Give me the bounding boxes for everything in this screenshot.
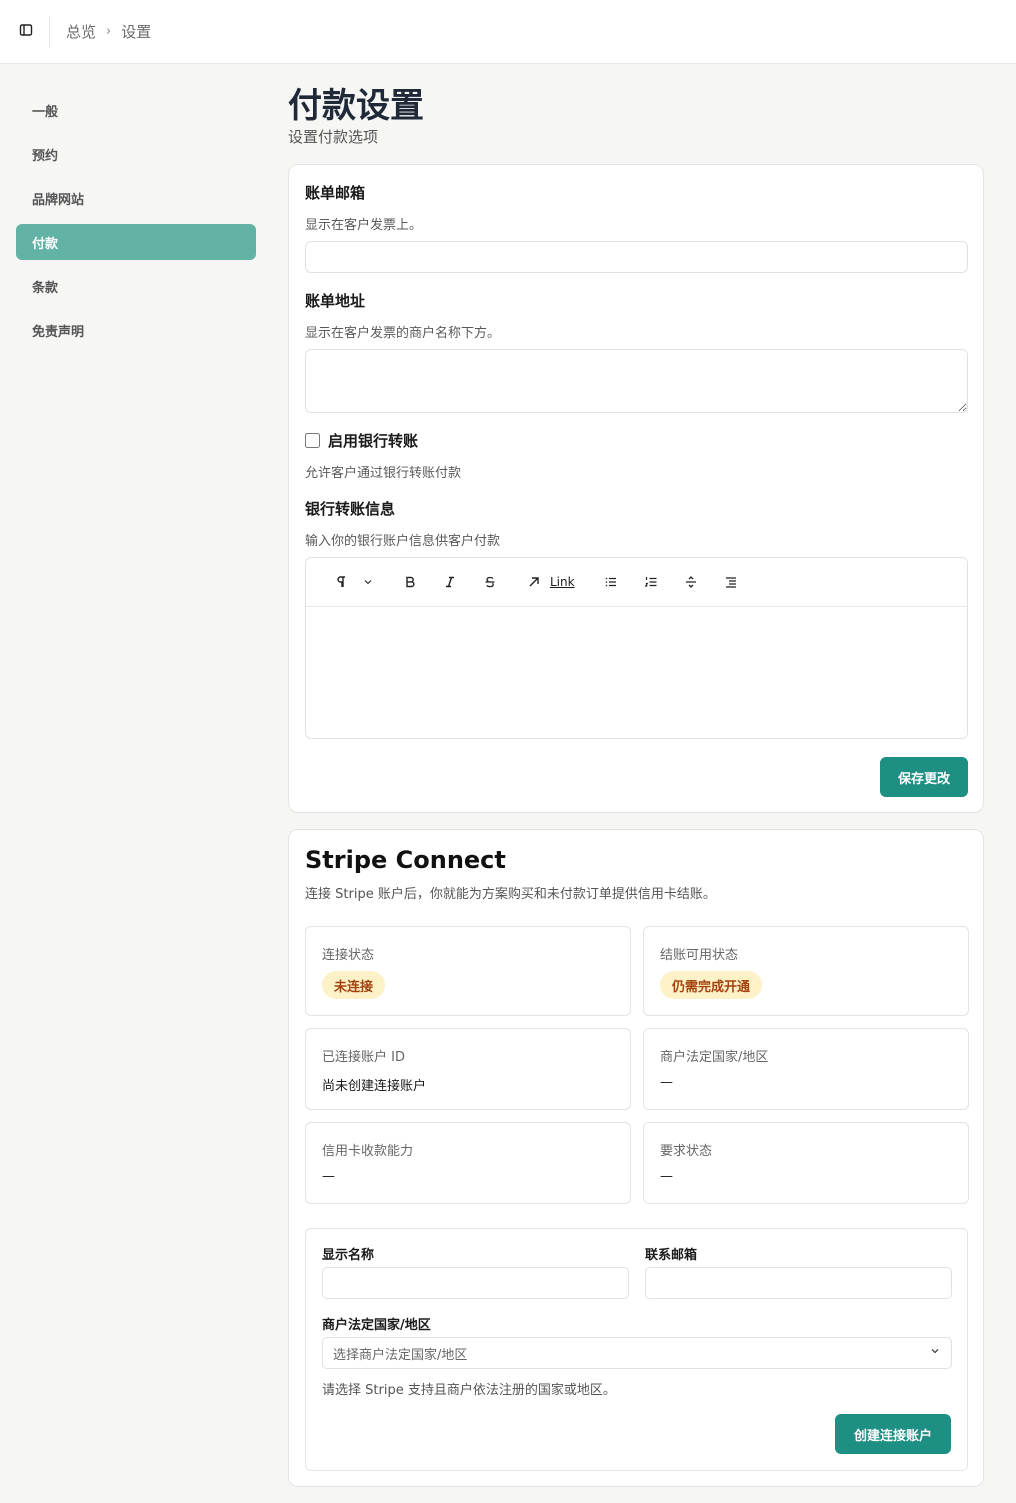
card-capability-value: —	[322, 1169, 335, 1184]
bold-icon[interactable]	[398, 570, 422, 594]
connection-status-label: 连接状态	[322, 948, 375, 963]
editor-toolbar: Link	[306, 558, 967, 607]
billing-address-title: 账单地址	[305, 292, 366, 310]
requirements-box: 要求状态 —	[643, 1122, 969, 1204]
contact-email-input[interactable]	[645, 1267, 952, 1299]
bullet-list-icon[interactable]	[599, 570, 623, 594]
card-capability-label: 信用卡收款能力	[322, 1144, 414, 1159]
page-subtitle: 设置付款选项	[288, 128, 379, 146]
stripe-connect-card: Stripe Connect 连接 Stripe 账户后，你就能为方案购买和未付…	[288, 829, 984, 1487]
card-capability-box: 信用卡收款能力 —	[305, 1122, 631, 1204]
sidebar-item-booking[interactable]: 预约	[16, 136, 256, 172]
bank-info-title: 银行转账信息	[305, 500, 396, 518]
chevron-right-icon: ›	[106, 24, 112, 39]
save-changes-button[interactable]: 保存更改	[880, 757, 968, 797]
billing-address-desc: 显示在客户发票的商户名称下方。	[305, 326, 501, 341]
page-title: 付款设置	[288, 86, 424, 126]
billing-email-title: 账单邮箱	[305, 184, 366, 202]
breadcrumb-settings: 设置	[121, 23, 152, 41]
display-name-label: 显示名称	[322, 1248, 375, 1263]
requirements-value: —	[660, 1169, 673, 1184]
chevron-down-icon[interactable]	[356, 570, 380, 594]
sidebar-toggle-button[interactable]	[2, 15, 50, 48]
display-name-input[interactable]	[322, 1267, 629, 1299]
requirements-label: 要求状态	[660, 1144, 713, 1159]
bank-transfer-desc: 允许客户通过银行转账付款	[305, 466, 462, 481]
country-hint: 请选择 Stripe 支持且商户依法注册的国家或地区。	[322, 1383, 616, 1398]
country-label: 商户法定国家/地区	[322, 1318, 431, 1333]
sidebar-panel-icon	[19, 22, 33, 41]
sidebar-item-brand-website[interactable]: 品牌网站	[16, 180, 256, 216]
sidebar-item-general[interactable]: 一般	[16, 92, 256, 128]
breadcrumb: 总览 › 设置	[66, 21, 151, 42]
payment-settings-card: 账单邮箱 显示在客户发票上。 账单地址 显示在客户发票的商户名称下方。 启用银行…	[288, 164, 984, 813]
connection-status-badge: 未连接	[322, 971, 386, 999]
stripe-title: Stripe Connect	[305, 846, 506, 874]
sidebar-item-disclaimer[interactable]: 免责声明	[16, 312, 256, 348]
connect-account-form: 显示名称 联系邮箱 商户法定国家/地区 选择商户法定国家/地区 请选择 Stri…	[305, 1228, 968, 1471]
stripe-desc: 连接 Stripe 账户后，你就能为方案购买和未付款订单提供信用卡结账。	[305, 887, 716, 902]
link-button[interactable]: Link	[550, 575, 575, 589]
bank-transfer-row: 启用银行转账	[305, 430, 418, 451]
bank-transfer-checkbox[interactable]	[305, 433, 320, 448]
italic-icon[interactable]	[438, 570, 462, 594]
sidebar-item-terms[interactable]: 条款	[16, 268, 256, 304]
legal-country-box: 商户法定国家/地区 —	[643, 1028, 969, 1110]
country-select-placeholder: 选择商户法定国家/地区	[333, 1347, 468, 1363]
settings-sidebar: 一般 预约 品牌网站 付款 条款 免责声明	[16, 92, 256, 356]
country-select[interactable]: 选择商户法定国家/地区	[322, 1337, 952, 1369]
breadcrumb-overview[interactable]: 总览	[66, 21, 96, 42]
legal-country-label: 商户法定国家/地区	[660, 1050, 769, 1065]
contact-email-label: 联系邮箱	[645, 1248, 698, 1263]
checkout-status-label: 结账可用状态	[660, 948, 739, 963]
billing-email-desc: 显示在客户发票上。	[305, 218, 423, 233]
billing-email-input[interactable]	[305, 241, 968, 273]
sidebar-item-payment[interactable]: 付款	[16, 224, 256, 260]
connection-status-box: 连接状态 未连接	[305, 926, 631, 1016]
billing-address-textarea[interactable]	[305, 349, 968, 413]
account-id-box: 已连接账户 ID 尚未创建连接账户	[305, 1028, 631, 1110]
checkout-status-box: 结账可用状态 仍需完成开通	[643, 926, 969, 1016]
link-arrow-icon[interactable]	[522, 570, 546, 594]
bank-transfer-label[interactable]: 启用银行转账	[328, 430, 418, 451]
checkout-status-badge: 仍需完成开通	[660, 971, 763, 999]
chevron-down-icon	[929, 1345, 941, 1361]
indent-icon[interactable]	[719, 570, 743, 594]
account-id-label: 已连接账户 ID	[322, 1050, 405, 1065]
top-bar: 总览 › 设置	[0, 0, 1016, 64]
legal-country-value: —	[660, 1075, 673, 1090]
paragraph-icon[interactable]	[330, 570, 354, 594]
account-id-value: 尚未创建连接账户	[322, 1079, 427, 1094]
ordered-list-icon[interactable]	[639, 570, 663, 594]
create-connected-account-button[interactable]: 创建连接账户	[835, 1414, 951, 1454]
bank-info-desc: 输入你的银行账户信息供客户付款	[305, 534, 501, 549]
editor-content-area[interactable]	[306, 607, 967, 739]
horizontal-rule-icon[interactable]	[679, 570, 703, 594]
strikethrough-icon[interactable]	[478, 570, 502, 594]
bank-info-editor: Link	[305, 557, 968, 739]
